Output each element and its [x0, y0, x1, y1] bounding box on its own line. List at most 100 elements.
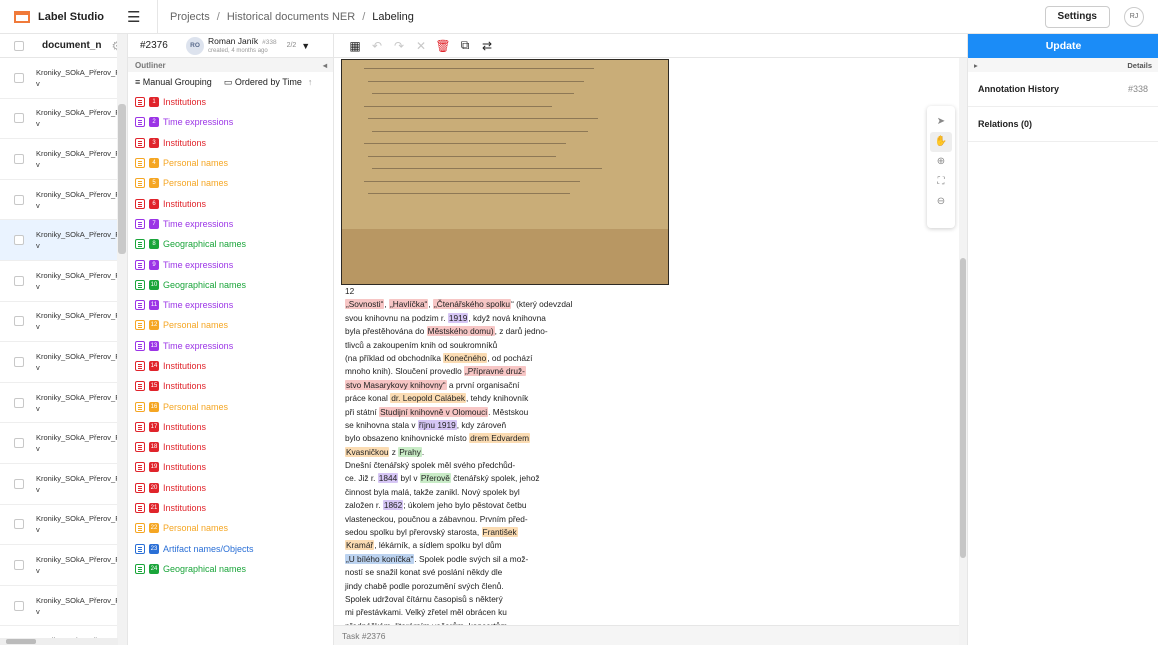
task-row-checkbox[interactable]	[14, 235, 24, 246]
task-row[interactable]: Kroniky_SOkA_Přerov_Př v	[0, 139, 127, 180]
task-row-checkbox[interactable]	[14, 275, 24, 286]
task-row[interactable]: Kroniky_SOkA_Přerov_Př v	[0, 220, 127, 261]
entity-highlight[interactable]: stvo Masarykovy knihovny“	[345, 379, 447, 390]
close-icon[interactable]: ✕	[412, 39, 430, 53]
pointer-icon[interactable]: ➤	[930, 112, 952, 132]
entity-highlight[interactable]: Městského domu)	[426, 326, 495, 337]
ordering-selector[interactable]: Ordered by Time	[235, 77, 302, 87]
region-item[interactable]: 18 Institutions	[128, 437, 333, 457]
task-row-checkbox[interactable]	[14, 397, 24, 408]
entity-highlight[interactable]: dr. Leopold Calábek	[390, 393, 467, 404]
relations-row[interactable]: Relations (0)	[968, 107, 1158, 142]
task-row[interactable]: Kroniky_SOkA_Přerov_Př v	[0, 586, 127, 627]
task-row-checkbox[interactable]	[14, 194, 24, 205]
task-row-checkbox[interactable]	[14, 478, 24, 489]
task-list-horizontal-scrollbar[interactable]	[0, 638, 118, 645]
entity-highlight[interactable]: „U bílého koníčka“	[345, 553, 415, 564]
entity-highlight[interactable]: Kvasničkou	[345, 446, 390, 457]
menu-icon[interactable]: ☰	[127, 8, 149, 26]
region-item[interactable]: 6 Institutions	[128, 193, 333, 213]
region-item[interactable]: 7 Time expressions	[128, 214, 333, 234]
task-row-checkbox[interactable]	[14, 153, 24, 164]
task-row[interactable]: Kroniky_SOkA_Přerov_Př v	[0, 423, 127, 464]
region-item[interactable]: 11 Time expressions	[128, 295, 333, 315]
hand-pan-icon[interactable]: ✋	[930, 132, 952, 152]
task-row[interactable]: Kroniky_SOkA_Přerov_Př v	[0, 383, 127, 424]
sort-direction-icon[interactable]: ↑	[308, 77, 313, 87]
zoom-in-icon[interactable]: ⊕	[930, 152, 952, 172]
task-row-checkbox[interactable]	[14, 113, 24, 124]
copy-icon[interactable]: ⧉	[456, 38, 474, 53]
region-item[interactable]: 14 Institutions	[128, 356, 333, 376]
region-item[interactable]: 20 Institutions	[128, 478, 333, 498]
task-row[interactable]: Kroniky_SOkA_Přerov_Př v	[0, 505, 127, 546]
task-row[interactable]: Kroniky_SOkA_Přerov_Př v	[0, 545, 127, 586]
region-item[interactable]: 1 Institutions	[128, 92, 333, 112]
entity-highlight[interactable]: 1844	[377, 473, 399, 484]
scrollbar-thumb[interactable]	[118, 104, 126, 254]
scrollbar-thumb[interactable]	[960, 258, 966, 558]
task-row[interactable]: Kroniky_SOkA_Přerov_Př v	[0, 180, 127, 221]
task-row[interactable]: Kroniky_SOkA_Přerov_Př v	[0, 99, 127, 140]
region-item[interactable]: 9 Time expressions	[128, 254, 333, 274]
entity-highlight[interactable]: Studijní knihovně v Olomouci	[379, 406, 489, 417]
entity-highlight[interactable]: František	[481, 527, 518, 538]
task-row-checkbox[interactable]	[14, 316, 24, 327]
region-item[interactable]: 19 Institutions	[128, 457, 333, 477]
region-item[interactable]: 10 Geographical names	[128, 275, 333, 295]
entity-highlight[interactable]: „Čtenářského spolku	[432, 299, 512, 310]
task-row[interactable]: Kroniky_SOkA_Přerov_Př v	[0, 342, 127, 383]
entity-highlight[interactable]: Konečného	[443, 352, 488, 363]
region-item[interactable]: 2 Time expressions	[128, 112, 333, 132]
task-row-checkbox[interactable]	[14, 72, 24, 83]
swap-icon[interactable]: ⇄	[478, 39, 496, 53]
entity-highlight[interactable]: Přerově	[419, 473, 451, 484]
task-row[interactable]: Kroniky_SOkA_Přerov_Př v	[0, 464, 127, 505]
expand-icon[interactable]: ▸	[974, 61, 978, 70]
settings-button[interactable]: Settings	[1044, 5, 1110, 28]
region-item[interactable]: 8 Geographical names	[128, 234, 333, 254]
breadcrumb-project[interactable]: Historical documents NER	[227, 11, 355, 23]
entity-highlight[interactable]: říjnu 1919	[417, 419, 457, 430]
annotation-history-row[interactable]: Annotation History #338	[968, 72, 1158, 107]
task-row[interactable]: Kroniky_SOkA_Přerov_Př v	[0, 261, 127, 302]
task-row[interactable]: Kroniky_SOkA_Přerov_Př v	[0, 302, 127, 343]
scrollbar-thumb[interactable]	[6, 639, 36, 644]
entity-highlight[interactable]: drem Edvardem	[469, 433, 531, 444]
column-header-document[interactable]: document_n	[42, 40, 101, 51]
breadcrumb-projects[interactable]: Projects	[170, 11, 210, 23]
region-item[interactable]: 3 Institutions	[128, 133, 333, 153]
task-row-checkbox[interactable]	[14, 559, 24, 570]
user-avatar[interactable]: RJ	[1124, 6, 1144, 27]
region-item[interactable]: 13 Time expressions	[128, 336, 333, 356]
app-logo[interactable]: Label Studio	[0, 10, 125, 23]
entity-highlight[interactable]: Kramář	[345, 540, 375, 551]
document-text[interactable]: 12 „Sovnosti“, „Havlíčka“, „Čtenářského …	[345, 285, 665, 633]
entity-highlight[interactable]: „Přípravné druž-	[464, 366, 526, 377]
select-all-checkbox[interactable]	[14, 40, 24, 51]
task-row-checkbox[interactable]	[14, 519, 24, 530]
region-item[interactable]: 21 Institutions	[128, 498, 333, 518]
entity-highlight[interactable]: Prahy	[398, 446, 422, 457]
region-item[interactable]: 17 Institutions	[128, 417, 333, 437]
region-item[interactable]: 12 Personal names	[128, 315, 333, 335]
entity-highlight[interactable]: „Havlíčka“	[388, 299, 429, 310]
delete-icon[interactable]: 🗑	[434, 39, 452, 53]
region-item[interactable]: 23 Artifact names/Objects	[128, 539, 333, 559]
collapse-icon[interactable]: ◂	[323, 61, 327, 70]
entity-highlight[interactable]: „Sovnosti“	[345, 299, 385, 310]
entity-highlight[interactable]: 1862	[382, 500, 404, 511]
region-item[interactable]: 4 Personal names	[128, 153, 333, 173]
zoom-out-icon[interactable]: ⊖	[930, 192, 952, 212]
task-row-checkbox[interactable]	[14, 438, 24, 449]
task-row-checkbox[interactable]	[14, 356, 24, 367]
task-row-checkbox[interactable]	[14, 600, 24, 611]
grid-icon[interactable]: ▦	[346, 39, 364, 53]
task-row[interactable]: Kroniky_SOkA_Přerov_Př v	[0, 58, 127, 99]
redo-icon[interactable]: ↷	[390, 39, 408, 53]
region-item[interactable]: 24 Geographical names	[128, 559, 333, 579]
region-item[interactable]: 16 Personal names	[128, 396, 333, 416]
fit-screen-icon[interactable]: ⛶	[930, 172, 952, 192]
undo-icon[interactable]: ↶	[368, 39, 386, 53]
task-list-scrollbar[interactable]	[117, 34, 127, 645]
